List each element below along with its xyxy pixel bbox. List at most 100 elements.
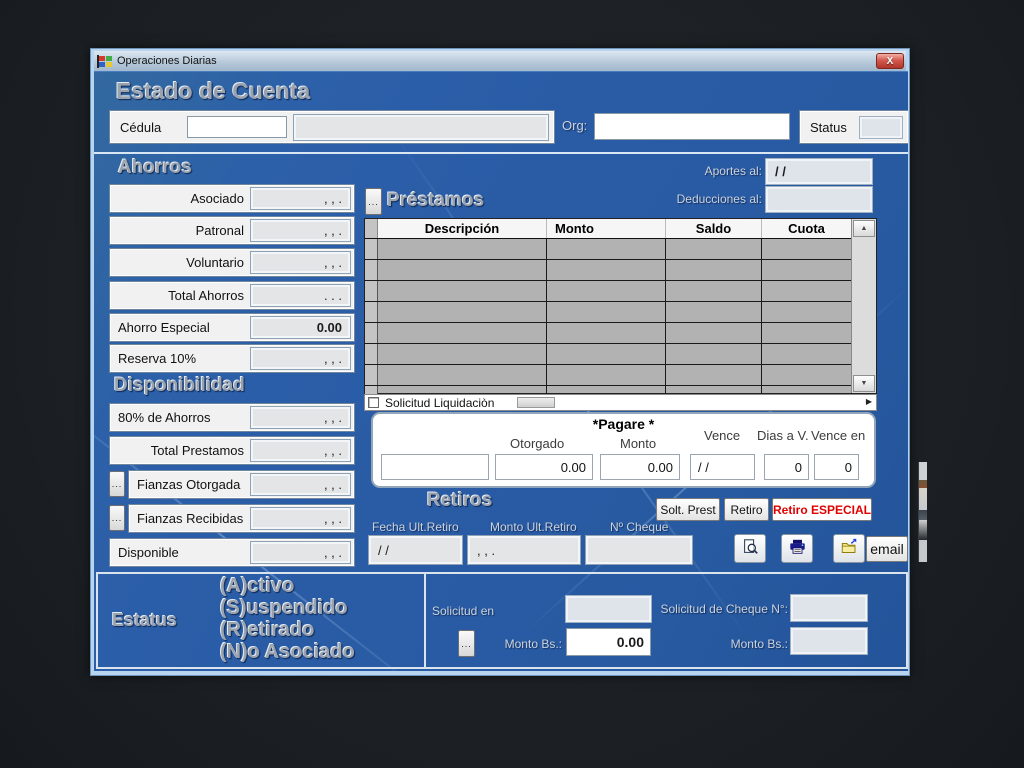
asociado-input[interactable] <box>251 188 350 209</box>
cedula-name-field[interactable] <box>294 115 548 140</box>
asociado-label: Asociado <box>116 185 244 212</box>
estatus-option-suspendido: (S)uspendido <box>220 597 348 619</box>
estatus-option-activo: (A)ctivo <box>220 575 294 597</box>
estatus-option-retirado: (R)etirado <box>220 619 314 641</box>
solicitud-cheque-n-input[interactable] <box>791 595 867 621</box>
cedula-panel: Cédula <box>109 110 555 144</box>
folder-export-icon <box>840 538 859 559</box>
cedula-label: Cédula <box>120 120 161 135</box>
aportes-input[interactable] <box>766 159 872 184</box>
disponibilidad-row: 80% de Ahorros <box>109 403 355 432</box>
vertical-scrollbar[interactable]: ▲ ▼ <box>851 219 876 393</box>
pagare-ref-input[interactable] <box>381 454 489 480</box>
monto-bs-input[interactable] <box>566 628 651 656</box>
scroll-up-icon[interactable]: ▲ <box>853 220 875 237</box>
dias-input[interactable] <box>764 454 809 480</box>
n-cheque-input[interactable] <box>586 536 692 564</box>
row-selector-header <box>365 219 378 238</box>
close-button[interactable]: X <box>876 53 904 69</box>
prestamos-table-body <box>365 239 852 394</box>
titlebar[interactable]: Operaciones Diarias X <box>94 51 906 71</box>
solicitud-liquidacion-strip: Solicitud Liquidaciòn ▶ <box>364 394 877 411</box>
table-row[interactable] <box>365 344 852 365</box>
monto-label: Monto <box>620 436 656 451</box>
vence-input[interactable] <box>690 454 755 480</box>
background-window-sliver <box>918 462 927 562</box>
col-saldo: Saldo <box>666 219 762 238</box>
retiros-title: Retiros <box>427 490 492 512</box>
fianzas-otorgada-label: Fianzas Otorgada <box>137 471 244 498</box>
fianzas-recibidas-input[interactable] <box>251 508 350 529</box>
table-row[interactable] <box>365 239 852 260</box>
estatus-title: Estatus <box>112 610 177 631</box>
scroll-right-icon[interactable]: ▶ <box>866 397 872 406</box>
vence-en-label: Vence en <box>811 428 865 443</box>
fecha-ult-retiro-input[interactable] <box>369 536 462 564</box>
col-monto: Monto <box>547 219 666 238</box>
export-button[interactable] <box>833 534 865 563</box>
ahorros-row: Ahorro Especial <box>109 313 355 342</box>
table-row[interactable] <box>365 302 852 323</box>
print-preview-icon <box>741 538 759 559</box>
solicitud-en-label: Solicitud en <box>432 604 494 618</box>
monto-bs2-label: Monto Bs.: <box>658 637 788 651</box>
print-preview-button[interactable] <box>734 534 766 563</box>
print-button[interactable] <box>781 534 813 563</box>
status-input[interactable] <box>860 117 902 138</box>
fianzas-otorgada-more-button[interactable]: ... <box>109 471 125 497</box>
page-title: Estado de Cuenta <box>116 78 310 105</box>
solt-prest-button[interactable]: Solt. Prest <box>656 498 720 521</box>
ahorros-row: Total Ahorros <box>109 281 355 310</box>
prestamos-title: Préstamos <box>387 190 484 212</box>
solicitud-liquidacion-label: Solicitud Liquidaciòn <box>385 396 494 410</box>
fianzas-recibidas-more-button[interactable]: ... <box>109 505 125 531</box>
monto-bs2-input[interactable] <box>791 628 867 654</box>
vence-en-input[interactable] <box>814 454 859 480</box>
table-row[interactable] <box>365 323 852 344</box>
org-label: Org: <box>562 118 587 133</box>
retiro-button[interactable]: Retiro <box>724 498 769 521</box>
solicitud-liquidacion-checkbox[interactable] <box>368 397 379 408</box>
vence-label: Vence <box>704 428 740 443</box>
email-button[interactable]: email <box>866 536 908 562</box>
monto-input[interactable] <box>600 454 680 480</box>
retiro-especial-button[interactable]: Retiro ESPECIAL <box>772 498 872 521</box>
disponibilidad-row: Disponible <box>109 538 355 567</box>
dias-label: Dias a V. <box>757 428 809 443</box>
deducciones-input[interactable] <box>766 187 872 212</box>
app-window: Operaciones Diarias X Estado de Cuenta C… <box>90 48 910 676</box>
org-input[interactable] <box>594 113 790 140</box>
disponible-input[interactable] <box>251 542 350 563</box>
total-prestamos-input[interactable] <box>251 440 350 461</box>
solicitud-liquidacion-button[interactable] <box>517 397 555 408</box>
total-ahorros-input[interactable] <box>251 285 350 306</box>
scroll-down-icon[interactable]: ▼ <box>853 375 875 392</box>
table-row[interactable] <box>365 386 852 394</box>
otorgado-input[interactable] <box>495 454 593 480</box>
prestamos-table-header: Descripción Monto Saldo Cuota <box>365 219 876 239</box>
ahorro-especial-input[interactable] <box>251 317 350 338</box>
prestamos-table: Descripción Monto Saldo Cuota ▲ ▼ <box>364 218 877 394</box>
reserva-input[interactable] <box>251 348 350 369</box>
table-row[interactable] <box>365 365 852 386</box>
disponibilidad-row: Fianzas Recibidas <box>128 504 355 533</box>
ahorro-especial-label: Ahorro Especial <box>118 314 244 341</box>
total-ahorros-label: Total Ahorros <box>116 282 244 309</box>
ahorros-row: Patronal <box>109 216 355 245</box>
fianzas-otorgada-input[interactable] <box>251 474 350 495</box>
voluntario-input[interactable] <box>251 252 350 273</box>
cedula-input[interactable] <box>187 116 287 138</box>
ahorros-row: Reserva 10% <box>109 344 355 373</box>
close-icon: X <box>887 56 894 67</box>
solicitud-cheque-n-label: Solicitud de Cheque N°: <box>628 602 788 616</box>
fecha-ult-retiro-label: Fecha Ult.Retiro <box>372 520 459 534</box>
patronal-input[interactable] <box>251 220 350 241</box>
ochenta-ahorros-input[interactable] <box>251 407 350 428</box>
total-prestamos-label: Total Prestamos <box>116 437 244 464</box>
table-row[interactable] <box>365 260 852 281</box>
monto-ult-retiro-input[interactable] <box>468 536 580 564</box>
col-descripcion: Descripción <box>378 219 547 238</box>
table-row[interactable] <box>365 281 852 302</box>
solicitud-more-button[interactable]: ... <box>458 630 475 657</box>
prestamos-more-button[interactable]: ... <box>365 188 382 215</box>
